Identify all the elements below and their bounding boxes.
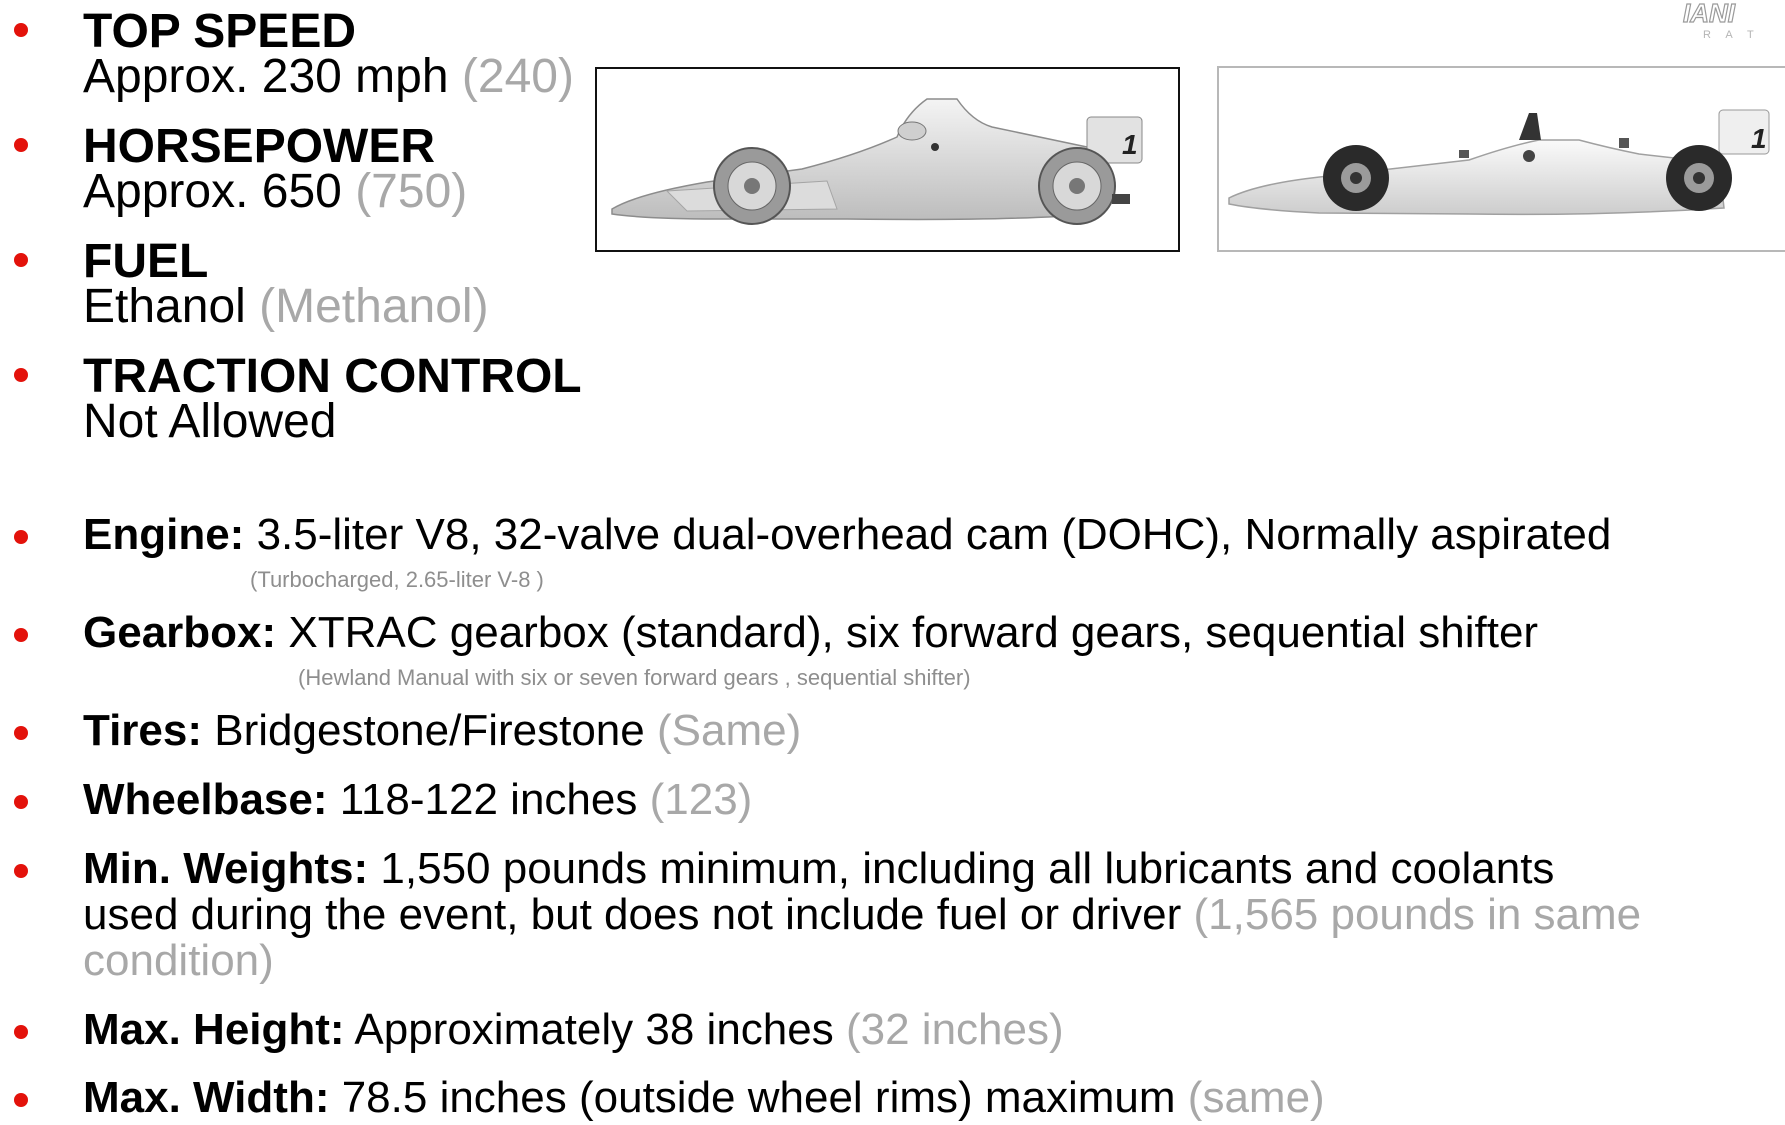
bullet (14, 628, 28, 642)
width-previous: (same) (1187, 1073, 1325, 1122)
weights-line-1: Min. Weights: 1,550 pounds minimum, incl… (83, 847, 1554, 891)
engine-line: Engine: 3.5-liter V8, 32-valve dual-over… (83, 513, 1611, 557)
fuel-value-line: Ethanol (Methanol) (83, 283, 489, 331)
horsepower-previous: (750) (355, 165, 468, 218)
gearbox-label: Gearbox: (83, 608, 277, 657)
height-value: Approximately 38 inches (354, 1005, 834, 1054)
bullet (14, 23, 28, 37)
tires-previous: (Same) (656, 706, 802, 755)
width-line: Max. Width: 78.5 inches (outside wheel r… (83, 1076, 1325, 1120)
bullet (14, 726, 28, 740)
bullet (14, 138, 28, 152)
height-previous: (32 inches) (845, 1005, 1064, 1054)
fuel-heading: FUEL (83, 235, 209, 288)
traction-control-value: Not Allowed (83, 395, 337, 448)
fuel-previous: (Methanol) (259, 280, 489, 333)
weights-label: Min. Weights: (83, 844, 369, 893)
top-speed-value: Approx. 230 mph (83, 50, 449, 103)
height-label: Max. Height: (83, 1005, 345, 1054)
car-number: 1 (1122, 129, 1138, 160)
tires-line: Tires: Bridgestone/Firestone (Same) (83, 709, 801, 753)
engine-previous: (Turbocharged, 2.65-liter V-8 ) (250, 567, 544, 592)
bullet (14, 530, 28, 544)
horsepower-value-line: Approx. 650 (750) (83, 168, 467, 216)
wheelbase-previous: (123) (649, 775, 753, 824)
bullet (14, 864, 28, 878)
weights-value-2: used during the event, but does not incl… (83, 890, 1182, 939)
width-label: Max. Width: (83, 1073, 330, 1122)
height-line: Max. Height: Approximately 38 inches (32… (83, 1008, 1064, 1052)
top-speed-value-line: Approx. 230 mph (240) (83, 53, 574, 101)
gearbox-previous: (Hewland Manual with six or seven forwar… (298, 665, 971, 690)
wheelbase-line: Wheelbase: 118-122 inches (123) (83, 778, 752, 822)
wheelbase-label: Wheelbase: (83, 775, 328, 824)
wheelbase-value: 118-122 inches (339, 775, 638, 824)
tires-label: Tires: (83, 706, 203, 755)
bullet (14, 1025, 28, 1039)
brand-logo-subtext: R A T (1703, 29, 1760, 41)
width-value: 78.5 inches (outside wheel rims) maximum (341, 1073, 1176, 1122)
bullet (14, 368, 28, 382)
weights-line-2: used during the event, but does not incl… (83, 893, 1641, 937)
gearbox-value: XTRAC gearbox (standard), six forward ge… (288, 608, 1539, 657)
car-image-previous: 1 (1217, 66, 1785, 252)
weights-previous-1: (1,565 pounds in same (1193, 890, 1642, 939)
brand-logo-text: IANI (1683, 0, 1736, 28)
top-speed-previous: (240) (461, 50, 574, 103)
weights-value-1: 1,550 pounds minimum, including all lubr… (380, 844, 1555, 893)
weights-previous-2: condition) (83, 936, 274, 985)
fuel-value: Ethanol (83, 280, 246, 333)
horsepower-value: Approx. 650 (83, 165, 342, 218)
traction-control-heading: TRACTION CONTROL (83, 350, 582, 403)
car-image-new: 1 (595, 67, 1180, 252)
brand-logo: IANI R A T (1682, 0, 1760, 41)
svg-text:1: 1 (1751, 123, 1767, 154)
top-speed-heading: TOP SPEED (83, 5, 356, 58)
engine-label: Engine: (83, 510, 245, 559)
tires-value: Bridgestone/Firestone (214, 706, 645, 755)
bullet (14, 1093, 28, 1107)
bullet (14, 253, 28, 267)
engine-value: 3.5-liter V8, 32-valve dual-overhead cam… (256, 510, 1612, 559)
gearbox-line: Gearbox: XTRAC gearbox (standard), six f… (83, 611, 1538, 655)
bullet (14, 795, 28, 809)
horsepower-heading: HORSEPOWER (83, 120, 436, 173)
